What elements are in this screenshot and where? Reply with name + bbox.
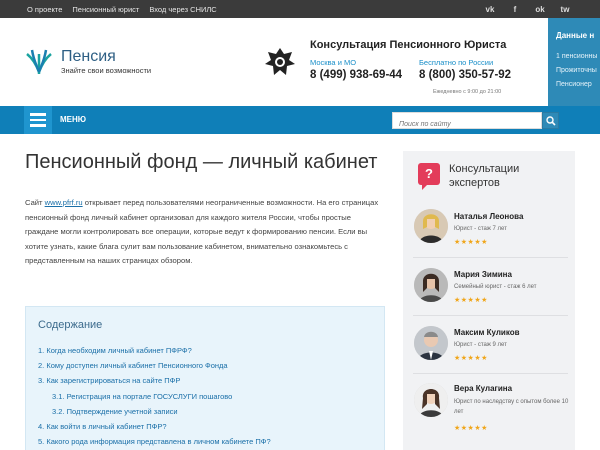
toc-subitem[interactable]: 3.1. Регистрация на портале ГОСУСЛУГИ по… — [38, 392, 378, 407]
snils-login-link[interactable]: Вход через СНИЛС — [149, 5, 216, 14]
avatar[interactable] — [414, 326, 448, 360]
rating-stars: ★★★★★ — [454, 297, 488, 304]
data-panel-item[interactable]: Пенсионер — [556, 81, 592, 88]
logo-name[interactable]: Пенсия — [61, 48, 116, 66]
avatar[interactable] — [414, 268, 448, 302]
toc-item[interactable]: 2. Кому доступен личный кабинет Пенсионн… — [38, 361, 378, 376]
experts-header: ? Консультации экспертов — [403, 151, 575, 203]
search-input[interactable] — [393, 117, 541, 132]
avatar[interactable] — [414, 383, 448, 417]
about-link[interactable]: О проекте — [27, 5, 62, 14]
experts-title: Консультации экспертов — [449, 163, 520, 189]
odnoklassniki-icon[interactable]: ok — [535, 5, 545, 14]
phone-moscow-number[interactable]: 8 (499) 938-69-44 — [310, 69, 402, 81]
facebook-icon[interactable]: f — [510, 5, 520, 14]
phone-russia: Бесплатно по России 8 (800) 350-57-92 — [419, 58, 511, 81]
vk-icon[interactable]: vk — [485, 5, 495, 14]
phone-moscow-label: Москва и МО — [310, 58, 357, 67]
toc-item[interactable]: 4. Как войти в личный кабинет ПФР? — [38, 422, 378, 437]
hamburger-menu-button[interactable] — [24, 106, 52, 134]
intro-paragraph: Сайт www.pfrf.ru открывает перед пользов… — [25, 198, 379, 265]
expert-role: Юрист - стаж 7 лет — [454, 226, 507, 232]
pfrf-link[interactable]: www.pfrf.ru — [45, 198, 83, 207]
data-panel-title: Данные н — [556, 31, 595, 40]
experts-sidebar: ? Консультации экспертов Наталья Леонова… — [403, 151, 575, 450]
divider — [413, 257, 568, 258]
data-panel: Данные н 1 пенсионны Прожиточны Пенсионе… — [548, 18, 600, 106]
page-title: Пенсионный фонд — личный кабинет — [25, 151, 378, 173]
expert-name[interactable]: Вера Кулагина — [454, 384, 512, 393]
search-box — [392, 112, 542, 132]
toc-list: 1. Когда необходим личный кабинет ПФРФ? … — [38, 346, 378, 450]
search-button[interactable] — [542, 112, 559, 129]
working-hours: Ежедневно с 9:00 до 21:00 — [433, 89, 502, 95]
expert-role: Юрист - стаж 9 лет — [454, 342, 507, 348]
top-links: О проекте Пенсионный юрист Вход через СН… — [27, 0, 217, 18]
top-bar: О проекте Пенсионный юрист Вход через СН… — [0, 0, 600, 18]
logo-tagline: Знайте свои возможности — [61, 66, 152, 75]
coat-of-arms-icon — [265, 48, 295, 75]
main-nav: МЕНЮ — [0, 106, 600, 134]
toc-title: Содержание — [38, 319, 103, 331]
social-links: vk f ok tw — [485, 0, 570, 18]
twitter-icon[interactable]: tw — [560, 5, 570, 14]
phone-moscow: Москва и МО 8 (499) 938-69-44 — [310, 58, 402, 81]
divider — [413, 373, 568, 374]
expert-name[interactable]: Мария Зимина — [454, 270, 512, 279]
site-header: Пенсия Знайте свои возможности Консульта… — [0, 18, 600, 106]
avatar[interactable] — [414, 209, 448, 243]
table-of-contents: Содержание 1. Когда необходим личный каб… — [25, 306, 385, 450]
toc-item[interactable]: 1. Когда необходим личный кабинет ПФРФ? — [38, 346, 378, 361]
rating-stars: ★★★★★ — [454, 355, 488, 362]
menu-label[interactable]: МЕНЮ — [60, 115, 86, 124]
phone-russia-number[interactable]: 8 (800) 350-57-92 — [419, 69, 511, 81]
data-panel-item[interactable]: Прожиточны — [556, 67, 597, 74]
expert-role: Семейный юрист - стаж 6 лет — [454, 284, 537, 290]
question-icon: ? — [418, 163, 440, 190]
search-icon — [546, 116, 556, 126]
logo-icon[interactable] — [24, 46, 54, 76]
expert-role: Юрист по наследству с опытом более 10 ле… — [454, 399, 569, 415]
pension-lawyer-link[interactable]: Пенсионный юрист — [72, 5, 139, 14]
data-panel-item[interactable]: 1 пенсионны — [556, 53, 597, 60]
rating-stars: ★★★★★ — [454, 239, 488, 246]
divider — [413, 315, 568, 316]
toc-subitem[interactable]: 3.2. Подтверждение учетной записи — [38, 407, 378, 422]
expert-name[interactable]: Наталья Леонова — [454, 212, 523, 221]
toc-item[interactable]: 5. Какого рода информация представлена в… — [38, 437, 378, 450]
hamburger-icon — [30, 113, 46, 116]
toc-item[interactable]: 3. Как зарегистрироваться на сайте ПФР — [38, 376, 378, 391]
rating-stars: ★★★★★ — [454, 425, 488, 432]
phone-russia-label: Бесплатно по России — [419, 58, 494, 67]
expert-name[interactable]: Максим Куликов — [454, 328, 520, 337]
consult-title: Консультация Пенсионного Юриста — [310, 39, 507, 51]
